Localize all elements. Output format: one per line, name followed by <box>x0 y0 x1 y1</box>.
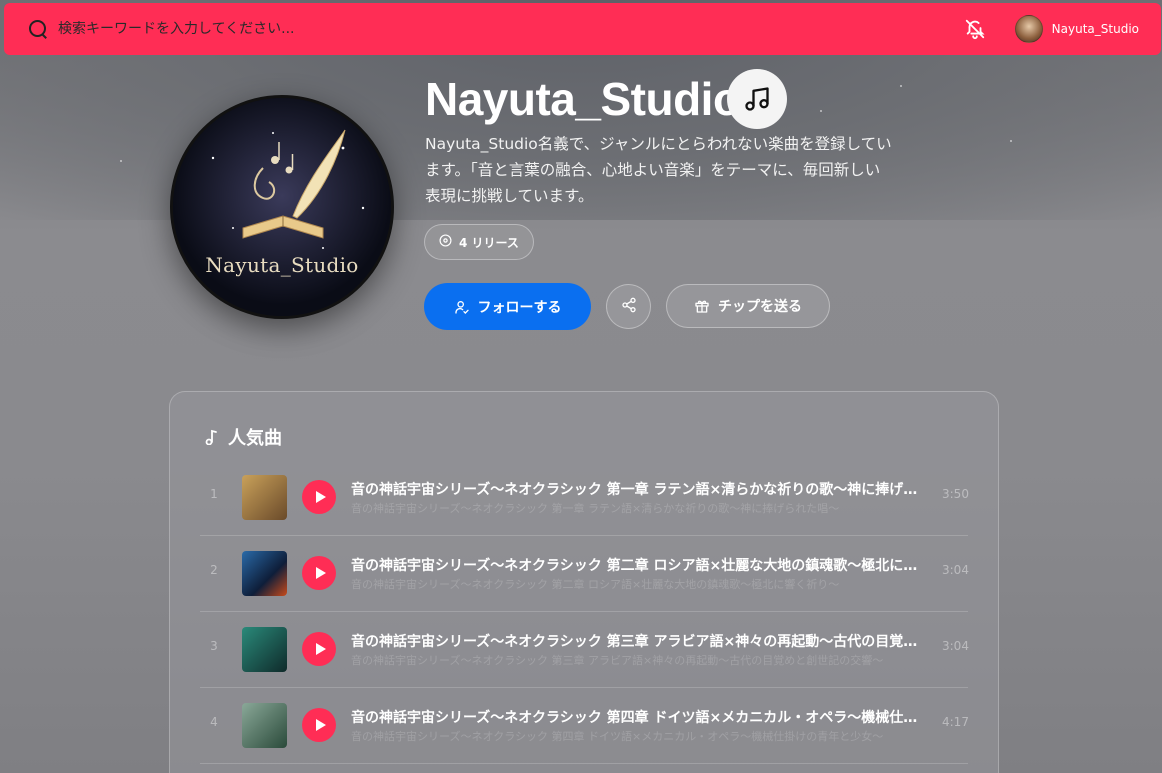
track-row[interactable]: 3 音の神話宇宙シリーズ〜ネオクラシック 第三章 アラビア語×神々の再起動〜古代… <box>200 612 969 688</box>
track-row[interactable]: 2 音の神話宇宙シリーズ〜ネオクラシック 第二章 ロシア語×壮麗な大地の鎮魂歌〜… <box>200 536 969 612</box>
bell-off-icon[interactable] <box>963 17 987 41</box>
track-title[interactable]: 音の神話宇宙シリーズ〜ネオクラシック 第三章 アラビア語×神々の再起動〜古代の目… <box>351 631 926 651</box>
star-decoration <box>1010 140 1012 142</box>
track-number: 2 <box>210 563 218 577</box>
play-button[interactable] <box>302 708 336 742</box>
track-number: 3 <box>210 639 218 653</box>
track-artwork <box>242 475 287 520</box>
popular-title-label: 人気曲 <box>228 428 282 449</box>
follow-button[interactable]: フォローする <box>424 283 591 330</box>
user-avatar[interactable] <box>1014 15 1043 43</box>
track-subtitle: 音の神話宇宙シリーズ〜ネオクラシック 第二章 ロシア語×壮麗な大地の鎮魂歌〜極北… <box>351 578 840 591</box>
user-name[interactable]: Nayuta_Studio <box>1052 22 1139 36</box>
track-subtitle: 音の神話宇宙シリーズ〜ネオクラシック 第四章 ドイツ語×メカニカル・オペラ〜機械… <box>351 730 884 743</box>
popular-tracks-panel: 人気曲 1 音の神話宇宙シリーズ〜ネオクラシック 第一章 ラテン語×清らかな祈り… <box>169 391 999 773</box>
star-decoration <box>900 85 902 87</box>
disc-icon <box>439 234 452 250</box>
track-title[interactable]: 音の神話宇宙シリーズ〜ネオクラシック 第一章 ラテン語×清らかな祈りの歌〜神に捧… <box>351 479 926 499</box>
track-row[interactable]: 4 音の神話宇宙シリーズ〜ネオクラシック 第四章 ドイツ語×メカニカル・オペラ〜… <box>200 688 969 764</box>
release-count-badge: 4 リリース <box>424 224 534 260</box>
music-note-icon <box>727 69 787 129</box>
avatar-caption: Nayuta_Studio <box>205 253 359 277</box>
follow-button-label: フォローする <box>477 299 562 316</box>
artist-avatar: Nayuta_Studio <box>170 95 394 319</box>
track-artwork <box>242 551 287 596</box>
star-decoration <box>820 110 822 112</box>
track-duration: 4:17 <box>942 715 969 729</box>
track-number: 1 <box>210 487 218 501</box>
user-check-icon <box>454 299 470 315</box>
track-artwork <box>242 627 287 672</box>
star-decoration <box>120 160 122 162</box>
play-button[interactable] <box>302 480 336 514</box>
gift-icon <box>694 298 710 314</box>
popular-title: 人気曲 <box>204 424 282 450</box>
send-tip-label: チップを送る <box>718 299 802 315</box>
track-subtitle: 音の神話宇宙シリーズ〜ネオクラシック 第三章 アラビア語×神々の再起動〜古代の目… <box>351 654 884 667</box>
play-button[interactable] <box>302 632 336 666</box>
track-duration: 3:04 <box>942 563 969 577</box>
track-title[interactable]: 音の神話宇宙シリーズ〜ネオクラシック 第二章 ロシア語×壮麗な大地の鎮魂歌〜極北… <box>351 555 926 575</box>
artist-bio: Nayuta_Studio名義で、ジャンルにとらわれない楽曲を登録しています。「… <box>425 135 892 205</box>
track-artwork <box>242 703 287 748</box>
search-input[interactable] <box>58 21 658 37</box>
play-button[interactable] <box>302 556 336 590</box>
track-row[interactable]: 1 音の神話宇宙シリーズ〜ネオクラシック 第一章 ラテン語×清らかな祈りの歌〜神… <box>200 460 969 536</box>
share-button[interactable] <box>606 284 651 329</box>
track-subtitle: 音の神話宇宙シリーズ〜ネオクラシック 第一章 ラテン語×清らかな祈りの歌〜神に捧… <box>351 502 840 515</box>
music-note-small-icon <box>204 429 218 445</box>
release-count-label: 4 リリース <box>459 235 519 250</box>
artist-avatar-art <box>173 98 391 316</box>
send-tip-button[interactable]: チップを送る <box>666 284 830 328</box>
track-number: 4 <box>210 715 218 729</box>
track-title[interactable]: 音の神話宇宙シリーズ〜ネオクラシック 第四章 ドイツ語×メカニカル・オペラ〜機械… <box>351 707 926 727</box>
search-icon[interactable] <box>28 19 48 39</box>
track-duration: 3:04 <box>942 639 969 653</box>
track-duration: 3:50 <box>942 487 969 501</box>
artist-name: Nayuta_Studio <box>425 73 741 125</box>
share-icon <box>621 297 637 317</box>
top-bar: Nayuta_Studio <box>4 3 1161 55</box>
